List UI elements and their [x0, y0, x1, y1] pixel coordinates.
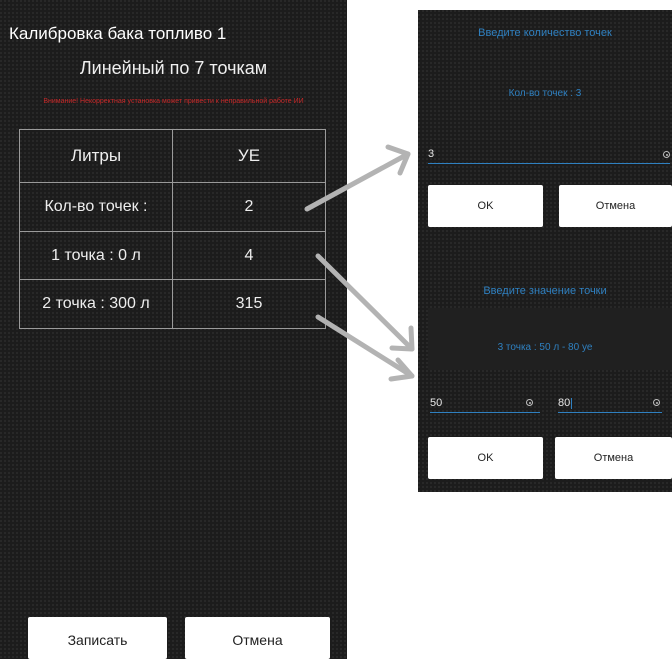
row-value[interactable]: 4	[172, 230, 326, 281]
point-value-dialog: Введите значение точки 3 точка : 50 л - …	[418, 266, 672, 492]
row-label: 2 точка : 300 л	[19, 279, 173, 329]
cancel-button[interactable]: Отмена	[559, 185, 672, 227]
row-label: Кол-во точек :	[19, 182, 173, 232]
warning-text: Внимание! Некорректная установка может п…	[43, 98, 304, 105]
dialog-title: Введите количество точек	[478, 27, 612, 39]
row-value[interactable]: 2	[172, 182, 326, 232]
dialog-message: Кол-во точек : 3	[508, 88, 582, 99]
table-row[interactable]: 1 точка : 0 л 4	[19, 230, 326, 281]
dialog-title: Введите значение точки	[483, 285, 607, 297]
units-value: 80	[558, 397, 571, 409]
table-row[interactable]: Кол-во точек : 2	[19, 182, 326, 232]
points-count-input[interactable]: 3	[428, 145, 670, 164]
clear-icon[interactable]	[526, 399, 533, 406]
points-count-dialog: Введите количество точек Кол-во точек : …	[418, 10, 672, 272]
table-row[interactable]: 2 точка : 300 л 315	[19, 279, 326, 329]
units-input[interactable]: 80	[558, 394, 662, 413]
calibration-table: Литры УЕ Кол-во точек : 2 1 точка : 0 л …	[19, 128, 326, 329]
ok-button[interactable]: OK	[428, 185, 543, 227]
calibration-mode-title: Линейный по 7 точкам	[79, 58, 268, 78]
dialog-message: 3 точка : 50 л - 80 уе	[497, 342, 593, 353]
column-header-units: УЕ	[172, 128, 326, 184]
liters-input[interactable]: 50	[430, 394, 540, 413]
column-header-liters: Литры	[19, 128, 173, 184]
clear-icon[interactable]	[663, 151, 670, 158]
clear-icon[interactable]	[653, 399, 660, 406]
cancel-button[interactable]: Отмена	[185, 617, 330, 659]
message-panel	[428, 308, 672, 370]
row-value[interactable]: 315	[172, 279, 326, 329]
ok-button[interactable]: OK	[428, 437, 543, 479]
row-label: 1 точка : 0 л	[19, 230, 173, 281]
cancel-button[interactable]: Отмена	[555, 437, 672, 479]
calibration-screen: Калибровка бака топливо 1 Линейный по 7 …	[0, 0, 347, 659]
table-header-row: Литры УЕ	[19, 128, 326, 184]
window-title: Калибровка бака топливо 1	[9, 24, 227, 43]
text-cursor	[571, 397, 573, 409]
liters-value: 50	[430, 397, 443, 409]
save-button[interactable]: Записать	[28, 617, 167, 659]
